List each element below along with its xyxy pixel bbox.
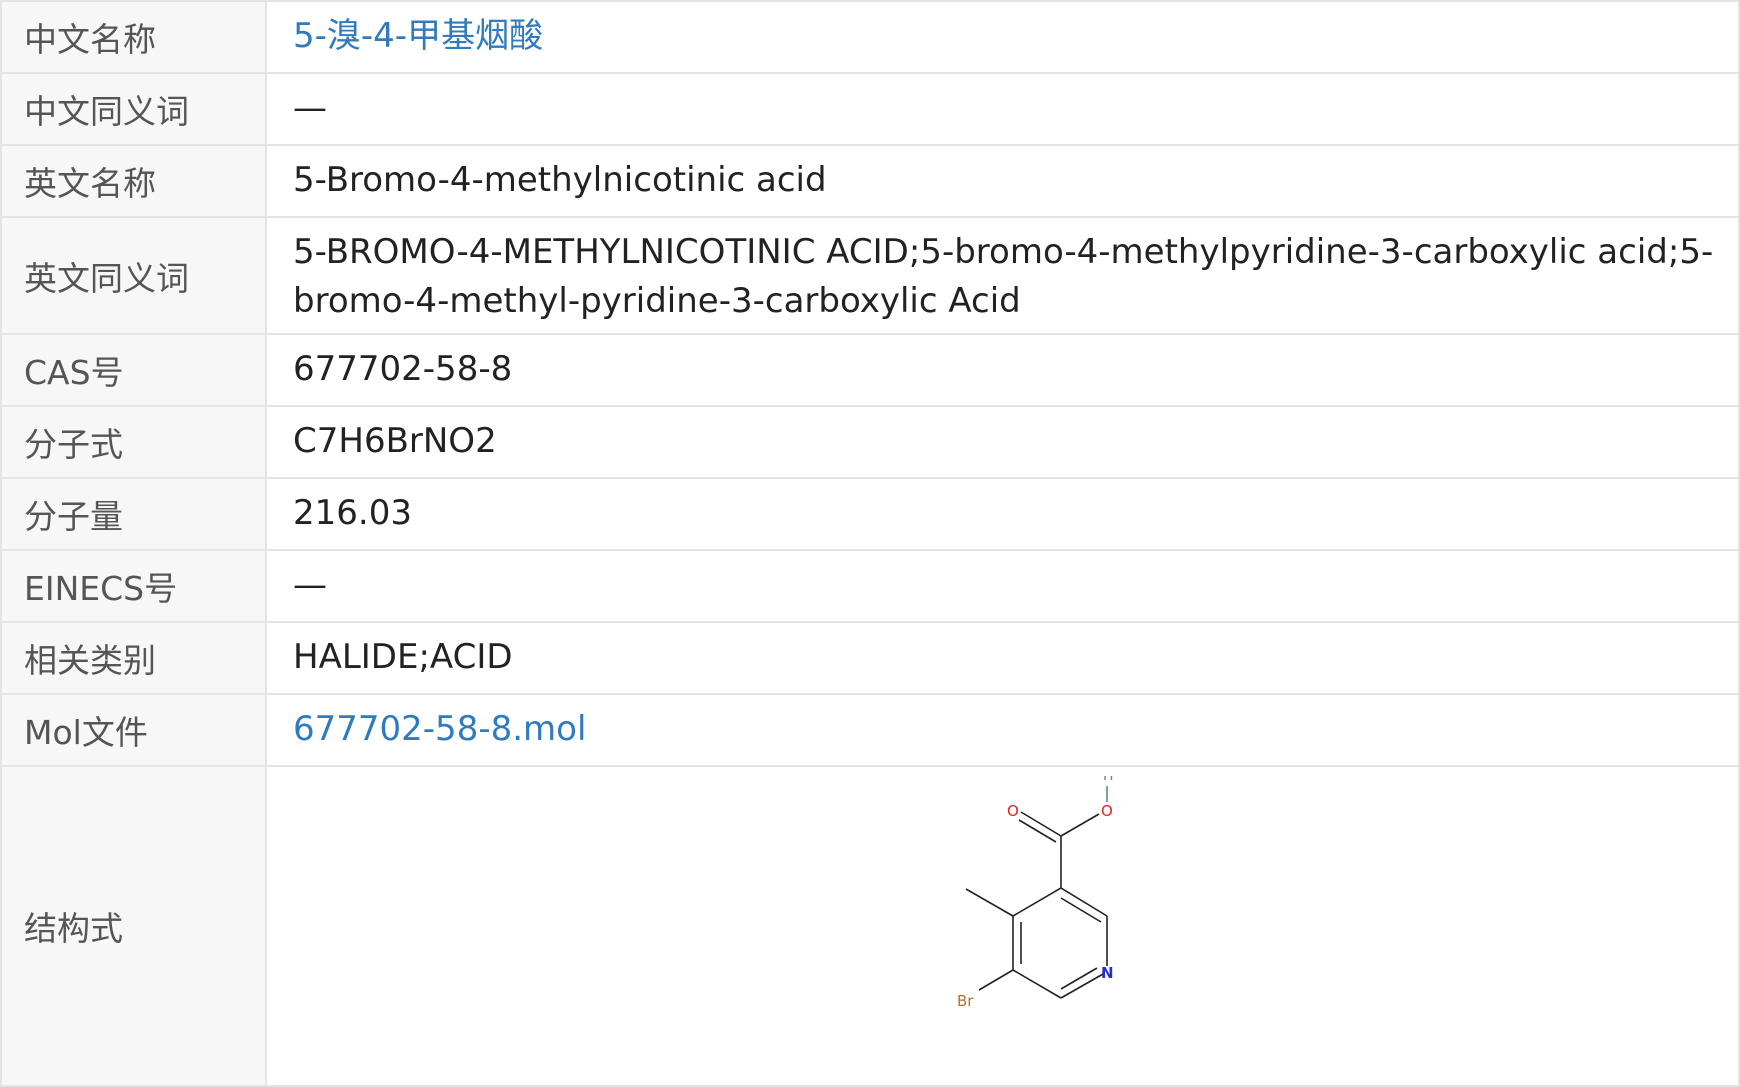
property-table: 中文名称 5-溴-4-甲基烟酸 中文同义词 — 英文名称 5-Bromo-4-m…: [0, 0, 1740, 1087]
row-label: 结构式: [0, 765, 267, 1087]
mol-file-link[interactable]: 677702-58-8.mol: [293, 709, 586, 749]
bond: [1060, 813, 1100, 837]
bromine-atom: Br: [957, 992, 974, 1010]
row-value: 677702-58-8.mol: [265, 693, 1740, 767]
oxygen-atom: O: [1007, 802, 1019, 820]
row-label: Mol文件: [0, 693, 267, 767]
row-label: CAS号: [0, 333, 267, 407]
table-row: 分子量 216.03: [0, 477, 1740, 551]
table-row: 分子式 C7H6BrNO2: [0, 405, 1740, 479]
row-value: 5-溴-4-甲基烟酸: [265, 0, 1740, 74]
chinese-name-link[interactable]: 5-溴-4-甲基烟酸: [293, 16, 543, 56]
bonds: [965, 786, 1108, 999]
row-label: 英文名称: [0, 144, 267, 218]
bond: [1060, 897, 1102, 923]
oxygen-atom: O: [1101, 802, 1113, 820]
table-row: 中文名称 5-溴-4-甲基烟酸: [0, 0, 1740, 74]
table-row: 结构式 H O O N Br: [0, 765, 1740, 1087]
table-row: Mol文件 677702-58-8.mol: [0, 693, 1740, 767]
row-value: C7H6BrNO2: [265, 405, 1740, 479]
row-label: 英文同义词: [0, 216, 267, 335]
row-value: —: [265, 72, 1740, 146]
bond: [978, 969, 1014, 991]
table-row: CAS号 677702-58-8: [0, 333, 1740, 407]
table-row: 英文同义词 5-BROMO-4-METHYLNICOTINIC ACID;5-b…: [0, 216, 1740, 335]
row-value: HALIDE;ACID: [265, 621, 1740, 695]
row-value: —: [265, 549, 1740, 623]
structure-container: H O O N Br: [293, 768, 1718, 1084]
table-row: EINECS号 —: [0, 549, 1740, 623]
bond: [965, 888, 1014, 917]
row-label: EINECS号: [0, 549, 267, 623]
structure-cell: H O O N Br: [265, 765, 1740, 1087]
hydrogen-atom: H: [1103, 776, 1114, 784]
row-label: 相关类别: [0, 621, 267, 695]
row-label: 中文名称: [0, 0, 267, 74]
table-row: 英文名称 5-Bromo-4-methylnicotinic acid: [0, 144, 1740, 218]
nitrogen-atom: N: [1101, 964, 1114, 982]
bond: [1018, 819, 1057, 843]
row-label: 分子式: [0, 405, 267, 479]
structure-diagram: H O O N Br: [957, 776, 1114, 1010]
row-value: 5-Bromo-4-methylnicotinic acid: [265, 144, 1740, 218]
bond: [1012, 887, 1062, 917]
row-value: 5-BROMO-4-METHYLNICOTINIC ACID;5-bromo-4…: [265, 216, 1740, 335]
bond: [1060, 967, 1098, 990]
table-row: 相关类别 HALIDE;ACID: [0, 621, 1740, 695]
bond: [1012, 969, 1062, 999]
row-label: 中文同义词: [0, 72, 267, 146]
table-row: 中文同义词 —: [0, 72, 1740, 146]
row-value: 216.03: [265, 477, 1740, 551]
row-label: 分子量: [0, 477, 267, 551]
row-value: 677702-58-8: [265, 333, 1740, 407]
